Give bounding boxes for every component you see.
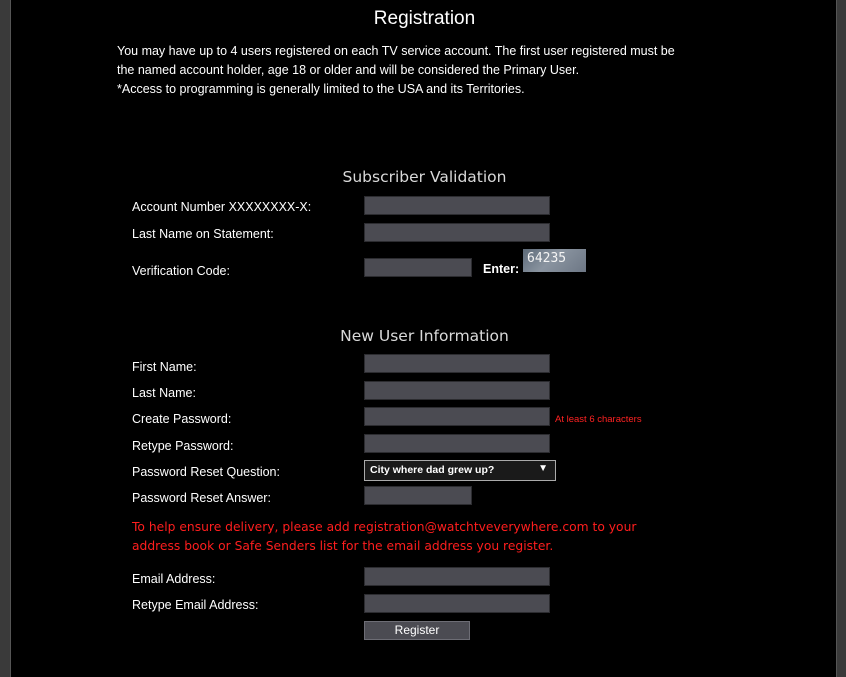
statement-last-name-label: Last Name on Statement:	[132, 227, 274, 241]
reset-answer-label: Password Reset Answer:	[132, 491, 271, 505]
verification-code-label: Verification Code:	[132, 264, 230, 278]
reset-question-select[interactable]: City where dad grew up? ▼	[364, 460, 556, 481]
password-hint: At least 6 characters	[555, 414, 642, 425]
page-title: Registration	[373, 8, 476, 29]
verification-code-field[interactable]	[364, 258, 472, 277]
last-name-label: Last Name:	[132, 386, 196, 400]
retype-password-label: Retype Password:	[132, 439, 234, 453]
retype-password-field[interactable]	[364, 434, 550, 453]
new-user-heading: New User Information	[340, 327, 509, 345]
email-field[interactable]	[364, 567, 550, 586]
intro-line: You may have up to 4 users registered on…	[117, 44, 675, 58]
first-name-field[interactable]	[364, 354, 550, 373]
retype-email-label: Retype Email Address:	[132, 598, 259, 612]
account-number-field[interactable]	[364, 196, 550, 215]
create-password-label: Create Password:	[132, 412, 232, 426]
intro-line: the named account holder, age 18 or olde…	[117, 63, 580, 77]
intro-text: You may have up to 4 users registered on…	[117, 42, 757, 99]
enter-label: Enter:	[483, 262, 520, 276]
account-number-label: Account Number XXXXXXXX-X:	[132, 200, 312, 214]
reset-question-label: Password Reset Question:	[132, 465, 280, 479]
register-button[interactable]: Register	[364, 621, 470, 640]
statement-last-name-field[interactable]	[364, 223, 550, 242]
dropdown-caret-icon: ▼	[538, 463, 548, 474]
notice-line: To help ensure delivery, please add regi…	[132, 520, 637, 534]
create-password-field[interactable]	[364, 407, 550, 426]
retype-email-field[interactable]	[364, 594, 550, 613]
reset-question-value: City where dad grew up?	[370, 464, 495, 476]
notice-line: address book or Safe Senders list for th…	[132, 539, 554, 553]
last-name-field[interactable]	[364, 381, 550, 400]
intro-line: *Access to programming is generally limi…	[117, 82, 525, 96]
reset-answer-field[interactable]	[364, 486, 472, 505]
subscriber-validation-heading: Subscriber Validation	[342, 168, 507, 186]
first-name-label: First Name:	[132, 360, 197, 374]
email-label: Email Address:	[132, 572, 216, 586]
captcha-text: 64235	[527, 251, 567, 266]
email-delivery-notice: To help ensure delivery, please add regi…	[132, 518, 732, 556]
captcha-image: 64235	[523, 249, 586, 272]
registration-panel: Registration You may have up to 4 users …	[10, 0, 837, 677]
